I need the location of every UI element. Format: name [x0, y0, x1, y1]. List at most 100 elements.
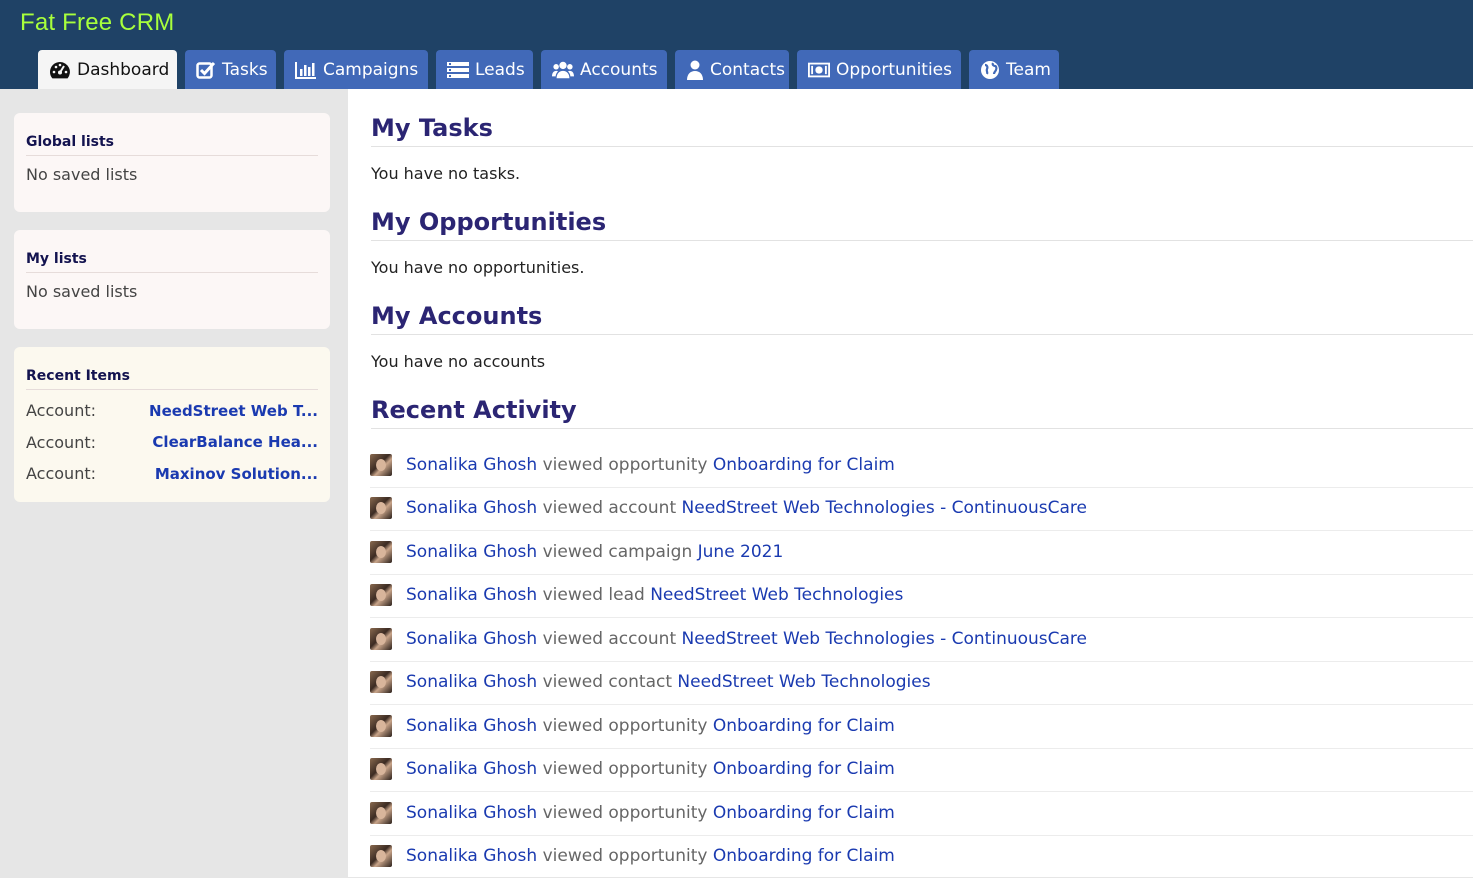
my-accounts-title: My Accounts	[371, 302, 1473, 335]
recent-activity-title: Recent Activity	[371, 396, 1473, 429]
activity-user-link[interactable]: Sonalika Ghosh	[406, 498, 537, 518]
global-lists-panel: Global lists No saved lists	[14, 113, 330, 212]
activity-user-link[interactable]: Sonalika Ghosh	[406, 759, 537, 779]
tab-label: Team	[1006, 60, 1051, 80]
tab-contacts[interactable]: Contacts	[675, 50, 789, 89]
activity-item: Sonalika Ghosh viewed opportunity Onboar…	[370, 791, 1473, 836]
tab-label: Contacts	[710, 60, 785, 80]
activity-user-link[interactable]: Sonalika Ghosh	[406, 803, 537, 823]
recent-item-link[interactable]: NeedStreet Web T...	[149, 402, 318, 420]
activity-verb: viewed opportunity	[543, 455, 708, 475]
tab-tasks[interactable]: Tasks	[185, 50, 276, 89]
tab-team[interactable]: Team	[969, 50, 1059, 89]
activity-user-link[interactable]: Sonalika Ghosh	[406, 846, 537, 866]
activity-verb: viewed contact	[543, 672, 672, 692]
panel-title: Recent Items	[26, 347, 318, 390]
activity-target-link[interactable]: NeedStreet Web Technologies - Continuous…	[682, 498, 1087, 518]
activity-verb: viewed opportunity	[543, 846, 708, 866]
my-tasks-empty: You have no tasks.	[371, 164, 520, 183]
avatar	[370, 671, 392, 693]
avatar	[370, 497, 392, 519]
activity-target-link[interactable]: NeedStreet Web Technologies	[650, 585, 903, 605]
recent-item: Account: ClearBalance Hea...	[26, 427, 318, 459]
avatar	[370, 802, 392, 824]
recent-item-link[interactable]: Maxinov Solution...	[155, 465, 318, 483]
activity-item: Sonalika Ghosh viewed opportunity Onboar…	[370, 748, 1473, 793]
activity-target-link[interactable]: Onboarding for Claim	[713, 716, 895, 736]
activity-item: Sonalika Ghosh viewed opportunity Onboar…	[370, 835, 1473, 878]
tab-dashboard[interactable]: Dashboard	[38, 50, 177, 89]
tab-opportunities[interactable]: Opportunities	[797, 50, 961, 89]
recent-item: Account: Maxinov Solution...	[26, 458, 318, 490]
tab-label: Campaigns	[323, 60, 418, 80]
activity-item: Sonalika Ghosh viewed lead NeedStreet We…	[370, 574, 1473, 619]
recent-item-label: Account:	[26, 433, 96, 452]
globe-icon	[980, 59, 1000, 81]
activity-target-link[interactable]: Onboarding for Claim	[713, 846, 895, 866]
tab-accounts[interactable]: Accounts	[541, 50, 667, 89]
recent-item-link[interactable]: ClearBalance Hea...	[152, 433, 318, 451]
app-brand[interactable]: Fat Free CRM	[20, 9, 174, 37]
activity-user-link[interactable]: Sonalika Ghosh	[406, 542, 537, 562]
my-opportunities-title: My Opportunities	[371, 208, 1473, 241]
activity-item: Sonalika Ghosh viewed account NeedStreet…	[370, 617, 1473, 662]
list-icon	[447, 59, 469, 81]
activity-target-link[interactable]: June 2021	[698, 542, 784, 562]
recent-item-label: Account:	[26, 464, 96, 483]
avatar	[370, 715, 392, 737]
recent-items-panel: Recent Items Account: NeedStreet Web T..…	[14, 347, 330, 502]
activity-user-link[interactable]: Sonalika Ghosh	[406, 672, 537, 692]
avatar	[370, 845, 392, 867]
panel-title: My lists	[26, 230, 318, 273]
activity-verb: viewed account	[543, 629, 677, 649]
bar-chart-icon	[295, 59, 317, 81]
money-icon	[808, 59, 830, 81]
tab-campaigns[interactable]: Campaigns	[284, 50, 428, 89]
activity-user-link[interactable]: Sonalika Ghosh	[406, 455, 537, 475]
panel-title: Global lists	[26, 113, 318, 156]
recent-item-label: Account:	[26, 401, 96, 420]
activity-user-link[interactable]: Sonalika Ghosh	[406, 629, 537, 649]
tab-label: Accounts	[580, 60, 658, 80]
activity-target-link[interactable]: NeedStreet Web Technologies - Continuous…	[682, 629, 1087, 649]
tachometer-icon	[49, 59, 71, 81]
activity-verb: viewed opportunity	[543, 803, 708, 823]
main-content: My Tasks You have no tasks. My Opportuni…	[348, 89, 1473, 877]
my-lists-panel: My lists No saved lists	[14, 230, 330, 329]
activity-user-link[interactable]: Sonalika Ghosh	[406, 585, 537, 605]
tab-label: Opportunities	[836, 60, 952, 80]
avatar	[370, 541, 392, 563]
activity-item: Sonalika Ghosh viewed contact NeedStreet…	[370, 661, 1473, 706]
activity-verb: viewed opportunity	[543, 716, 708, 736]
avatar	[370, 584, 392, 606]
sidebar: Global lists No saved lists My lists No …	[0, 89, 348, 877]
activity-item: Sonalika Ghosh viewed account NeedStreet…	[370, 487, 1473, 532]
avatar	[370, 628, 392, 650]
activity-target-link[interactable]: NeedStreet Web Technologies	[677, 672, 930, 692]
my-tasks-title: My Tasks	[371, 114, 1473, 147]
tab-leads[interactable]: Leads	[436, 50, 533, 89]
checkbox-icon	[196, 59, 216, 81]
panel-empty-text: No saved lists	[26, 273, 318, 301]
activity-verb: viewed lead	[543, 585, 645, 605]
activity-target-link[interactable]: Onboarding for Claim	[713, 759, 895, 779]
activity-verb: viewed account	[543, 498, 677, 518]
panel-empty-text: No saved lists	[26, 156, 318, 184]
activity-target-link[interactable]: Onboarding for Claim	[713, 455, 895, 475]
my-opportunities-empty: You have no opportunities.	[371, 258, 584, 277]
users-icon	[552, 59, 574, 81]
activity-target-link[interactable]: Onboarding for Claim	[713, 803, 895, 823]
activity-verb: viewed campaign	[543, 542, 693, 562]
user-icon	[686, 59, 704, 81]
activity-user-link[interactable]: Sonalika Ghosh	[406, 716, 537, 736]
activity-verb: viewed opportunity	[543, 759, 708, 779]
tab-label: Leads	[475, 60, 525, 80]
tab-label: Tasks	[222, 60, 268, 80]
avatar	[370, 454, 392, 476]
activity-item: Sonalika Ghosh viewed opportunity Onboar…	[370, 443, 1473, 488]
recent-item: Account: NeedStreet Web T...	[26, 395, 318, 427]
top-header: Fat Free CRM Dashboard Tasks Campaigns L…	[0, 0, 1473, 89]
activity-item: Sonalika Ghosh viewed campaign June 2021	[370, 530, 1473, 575]
avatar	[370, 758, 392, 780]
tab-label: Dashboard	[77, 60, 169, 80]
